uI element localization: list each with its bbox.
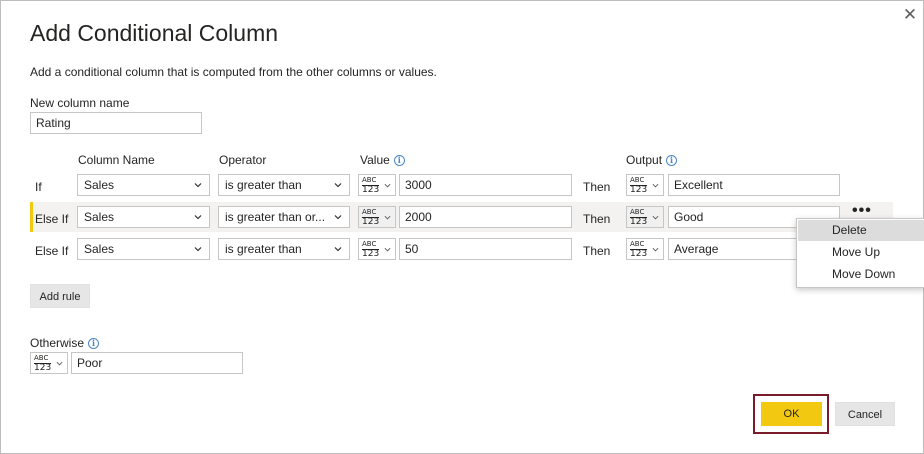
otherwise-value-input[interactable]: Poor — [71, 352, 243, 374]
otherwise-label: Otherwise i — [30, 336, 100, 350]
rule-operator-value: is greater than or... — [225, 210, 326, 224]
then-label: Then — [583, 212, 611, 226]
chevron-down-icon — [652, 215, 659, 220]
cancel-button[interactable]: Cancel — [835, 402, 895, 426]
dialog-subtitle: Add a conditional column that is compute… — [30, 65, 437, 79]
type-abc: ABC — [362, 240, 377, 248]
chevron-down-icon — [194, 183, 202, 188]
info-icon[interactable]: i — [393, 155, 405, 167]
type-abc: ABC — [362, 208, 377, 216]
rule-value-input[interactable]: 3000 — [399, 174, 572, 196]
chevron-down-icon — [384, 247, 391, 252]
output-type-button[interactable]: ABC 123 — [626, 174, 664, 196]
chevron-down-icon — [194, 247, 202, 252]
ok-button[interactable]: OK — [761, 402, 822, 426]
type-123: 123 — [362, 217, 380, 227]
rule-operator-value: is greater than — [225, 242, 302, 256]
add-conditional-column-dialog: ✕ Add Conditional Column Add a condition… — [0, 0, 924, 454]
menu-item-move-up[interactable]: Move Up — [798, 242, 924, 263]
rule-column-select[interactable]: Sales — [77, 238, 210, 260]
rule-keyword: If — [35, 180, 42, 194]
rule-column-select[interactable]: Sales — [77, 206, 210, 228]
column-name-header: Column Name — [78, 153, 155, 167]
value-header-text: Value — [360, 153, 390, 167]
menu-item-move-down[interactable]: Move Down — [798, 264, 924, 285]
type-abc: ABC — [34, 354, 49, 362]
menu-item-delete[interactable]: Delete — [798, 220, 924, 241]
type-123: 123 — [630, 249, 648, 259]
rule-operator-value: is greater than — [225, 178, 302, 192]
chevron-down-icon — [384, 215, 391, 220]
value-type-button[interactable]: ABC 123 — [358, 206, 396, 228]
rule-operator-select[interactable]: is greater than — [218, 238, 350, 260]
type-abc: ABC — [630, 208, 645, 216]
value-type-button[interactable]: ABC 123 — [358, 238, 396, 260]
chevron-down-icon — [652, 183, 659, 188]
add-rule-button[interactable]: Add rule — [30, 284, 90, 308]
output-type-button[interactable]: ABC 123 — [626, 206, 664, 228]
rule-operator-select[interactable]: is greater than — [218, 174, 350, 196]
rule-column-value: Sales — [84, 210, 115, 224]
rule-value-input[interactable]: 50 — [399, 238, 572, 260]
type-123: 123 — [362, 185, 380, 195]
new-column-name-label: New column name — [30, 96, 130, 110]
otherwise-type-button[interactable]: ABC 123 — [30, 352, 68, 374]
type-abc: ABC — [630, 240, 645, 248]
value-type-button[interactable]: ABC 123 — [358, 174, 396, 196]
chevron-down-icon — [384, 183, 391, 188]
rule-column-select[interactable]: Sales — [77, 174, 210, 196]
rule-keyword: Else If — [35, 244, 69, 258]
type-abc: ABC — [362, 176, 377, 184]
info-icon[interactable]: i — [88, 338, 100, 350]
output-type-button[interactable]: ABC 123 — [626, 238, 664, 260]
chevron-down-icon — [334, 247, 342, 252]
rule-keyword: Else If — [35, 212, 69, 226]
rule-column-value: Sales — [84, 178, 115, 192]
then-label: Then — [583, 244, 611, 258]
chevron-down-icon — [194, 215, 202, 220]
chevron-down-icon — [334, 183, 342, 188]
type-123: 123 — [630, 217, 648, 227]
type-abc: ABC — [630, 176, 645, 184]
operator-header: Operator — [219, 153, 267, 167]
rule-column-value: Sales — [84, 242, 115, 256]
type-123: 123 — [630, 185, 648, 195]
type-123: 123 — [362, 249, 380, 259]
chevron-down-icon — [652, 247, 659, 252]
value-header: Value i — [360, 153, 405, 167]
rule-output-input[interactable]: Excellent — [668, 174, 840, 196]
type-123: 123 — [34, 363, 52, 373]
otherwise-label-text: Otherwise — [30, 336, 85, 350]
chevron-down-icon — [334, 215, 342, 220]
rule-value-input[interactable]: 2000 — [399, 206, 572, 228]
new-column-name-input[interactable]: Rating — [30, 112, 202, 134]
chevron-down-icon — [56, 361, 63, 366]
rule-operator-select[interactable]: is greater than or... — [218, 206, 350, 228]
close-icon[interactable]: ✕ — [900, 4, 920, 24]
info-icon[interactable]: i — [666, 155, 678, 167]
dialog-title: Add Conditional Column — [30, 20, 279, 46]
output-header-text: Output — [626, 153, 663, 167]
output-header: Output i — [626, 153, 678, 167]
row-context-menu: Delete Move Up Move Down — [796, 218, 924, 288]
then-label: Then — [583, 180, 611, 194]
